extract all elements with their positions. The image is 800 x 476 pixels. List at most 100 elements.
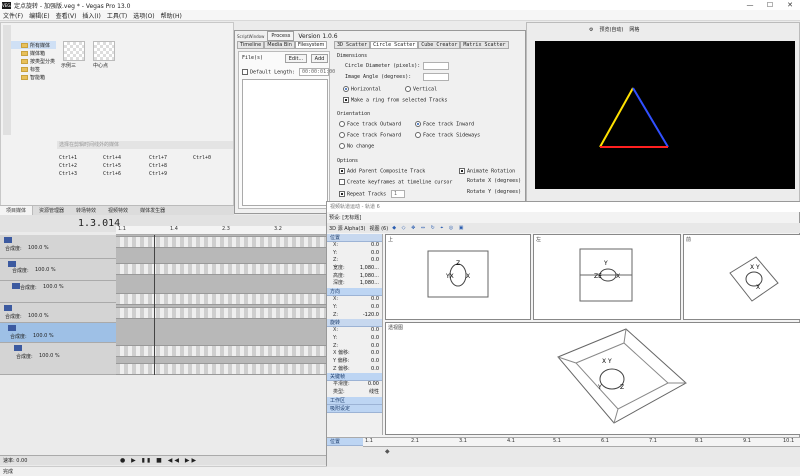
media-thumb[interactable]	[93, 41, 115, 61]
motion-tools[interactable]: ◆ ◇ ✥ ⇔ ↻ ⌖ ◎ ▣	[392, 225, 465, 231]
tree-item-all-media[interactable]: 所有媒体	[11, 41, 56, 49]
default-length-checkbox[interactable]	[242, 69, 248, 75]
face-inward-radio[interactable]	[415, 121, 421, 127]
view-select[interactable]: 视图 (6)	[370, 225, 389, 232]
view-perspective[interactable]: 透视图 X Y Y Z	[385, 322, 800, 435]
create-keyframes-checkbox[interactable]	[339, 179, 345, 185]
timeline-ruler[interactable]: 1.1 1.4 2.3 3.2	[116, 226, 330, 235]
level-value[interactable]: 100.0 %	[43, 284, 64, 290]
add-parent-checkbox[interactable]	[339, 168, 345, 174]
tab-3d-scatter[interactable]: 3D Scatter	[334, 41, 371, 49]
track-header-selected[interactable]: 合成度: 100.0 %	[0, 323, 116, 343]
face-forward-radio[interactable]	[339, 132, 345, 138]
tree-item-by-type[interactable]: 按类型分类	[11, 57, 56, 65]
menu-file[interactable]: 文件(F)	[0, 11, 26, 20]
tab-transitions[interactable]: 转场特效	[70, 207, 102, 214]
shortcut-label[interactable]: Ctrl+0	[193, 155, 211, 161]
keyframe-timeline[interactable]: 位置 1.1 2.1 3.1 4.1 5.1 6.1 7.1 8.1 9.1 1…	[327, 437, 800, 467]
transport-controls[interactable]: ● ▶ ▮▮ ■ ◀◀ ▶▶	[120, 457, 198, 464]
shortcut-label[interactable]: Ctrl+1	[59, 155, 77, 161]
tab-filesystem[interactable]: Filesystem	[294, 41, 328, 49]
tab-circle-scatter[interactable]: Circle Scatter	[370, 41, 419, 49]
no-change-radio[interactable]	[339, 143, 345, 149]
menu-view[interactable]: 查看(V)	[53, 11, 80, 20]
tree-item-smart-bins[interactable]: 智能箱	[11, 73, 56, 81]
track-header[interactable]: 合成度: 100.0 %	[0, 235, 116, 259]
view-left[interactable]: 左 Y ZE X	[533, 234, 681, 320]
menu-tools[interactable]: 工具(T)	[104, 11, 130, 20]
media-thumb[interactable]	[63, 41, 85, 61]
event-clip[interactable]	[116, 236, 330, 248]
tab-explorer[interactable]: 资源管理器	[33, 207, 70, 214]
repeat-tracks-checkbox[interactable]	[339, 191, 345, 197]
preset-select[interactable]: [无标题]	[342, 215, 361, 221]
event-clip[interactable]	[116, 363, 330, 375]
preview-canvas[interactable]	[535, 41, 795, 189]
track-header[interactable]: 合成度: 100.0 %	[0, 259, 116, 281]
tab-media-generators[interactable]: 媒体发生器	[134, 207, 171, 214]
section-rotation[interactable]: 旋转	[327, 319, 382, 328]
repeat-tracks-input[interactable]: 1	[391, 190, 405, 198]
event-clip[interactable]	[116, 307, 330, 319]
shortcut-label[interactable]: Ctrl+5	[103, 163, 121, 169]
shortcut-label[interactable]: Ctrl+2	[59, 163, 77, 169]
mode-select[interactable]: 3D 源 Alpha(3)	[329, 225, 366, 232]
circle-diameter-input[interactable]	[423, 62, 449, 70]
face-sideways-radio[interactable]	[415, 132, 421, 138]
shortcut-label[interactable]: Ctrl+7	[149, 155, 167, 161]
tree-item-tags[interactable]: 标签	[11, 65, 56, 73]
level-value[interactable]: 100.0 %	[39, 353, 60, 359]
tab-media-bin[interactable]: Media Bin	[264, 41, 295, 49]
view-front[interactable]: 前 X Y X	[683, 234, 800, 320]
animate-rotation-checkbox[interactable]	[459, 168, 465, 174]
menu-help[interactable]: 帮助(H)	[158, 11, 185, 20]
shortcut-label[interactable]: Ctrl+3	[59, 171, 77, 177]
minimize-icon[interactable]: —	[740, 0, 760, 10]
section-workspace[interactable]: 工作区	[327, 396, 382, 405]
playhead[interactable]	[154, 235, 155, 375]
preview-grid-select[interactable]: 网格	[629, 26, 639, 33]
menu-edit[interactable]: 编辑(E)	[26, 11, 52, 20]
event-clip[interactable]	[116, 263, 330, 275]
shortcut-label[interactable]: Ctrl+6	[103, 171, 121, 177]
tab-matrix-scatter[interactable]: Matrix Scatter	[460, 41, 509, 49]
tab-project-media[interactable]: 项目媒体	[0, 205, 34, 216]
tab-cube-creator[interactable]: Cube Creator	[418, 41, 461, 49]
make-ring-checkbox[interactable]	[343, 97, 349, 103]
menu-insert[interactable]: 插入(I)	[79, 11, 103, 20]
level-value[interactable]: 100.0 %	[33, 333, 54, 339]
add-button[interactable]: Add	[311, 54, 328, 63]
tab-video-fx[interactable]: 视频特效	[102, 207, 134, 214]
preview-quality-select[interactable]: 预览(自动)	[599, 26, 623, 33]
keyframe-marker-icon[interactable]: ◆	[385, 448, 390, 455]
image-angle-input[interactable]	[423, 73, 449, 81]
section-position[interactable]: 位置	[327, 234, 382, 242]
track-header[interactable]: 合成度: 100.0 %	[0, 343, 116, 375]
level-value[interactable]: 100.0 %	[35, 267, 56, 273]
event-clip[interactable]	[116, 345, 330, 357]
face-outward-radio[interactable]	[339, 121, 345, 127]
track-header[interactable]: 合成度: 100.0 %	[0, 281, 116, 303]
section-orientation[interactable]: 方向	[327, 288, 382, 297]
keyframe-ruler[interactable]: 1.1 2.1 3.1 4.1 5.1 6.1 7.1 8.1 9.1 10.1	[363, 438, 800, 447]
shortcut-label[interactable]: Ctrl+9	[149, 171, 167, 177]
tree-item-bins[interactable]: 媒体箱	[11, 49, 56, 57]
event-clip[interactable]	[116, 293, 330, 305]
process-button[interactable]: Process	[267, 31, 295, 41]
level-value[interactable]: 100.0 %	[28, 245, 49, 251]
shortcut-label[interactable]: Ctrl+8	[149, 163, 167, 169]
file-list[interactable]	[242, 79, 328, 206]
view-top[interactable]: 上 Z YX X	[385, 234, 531, 320]
shortcut-label[interactable]: Ctrl+4	[103, 155, 121, 161]
default-length-field[interactable]: 00:00:01:00	[299, 68, 335, 76]
preview-settings-icon[interactable]: ⚙	[589, 27, 593, 33]
section-snap[interactable]: 吸附设定	[327, 404, 382, 413]
maximize-icon[interactable]: ☐	[760, 0, 780, 10]
edit-button[interactable]: Edit...	[285, 54, 307, 63]
timeline-tracks-area[interactable]	[116, 235, 330, 375]
track-header[interactable]: 合成度: 100.0 %	[0, 303, 116, 323]
tab-timeline[interactable]: Timeline	[237, 41, 265, 49]
vertical-radio[interactable]	[405, 86, 411, 92]
close-icon[interactable]: ✕	[780, 0, 800, 10]
level-value[interactable]: 100.0 %	[28, 313, 49, 319]
